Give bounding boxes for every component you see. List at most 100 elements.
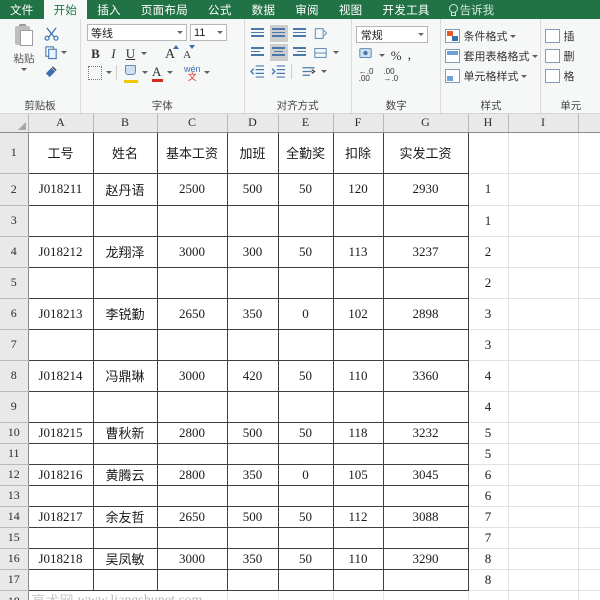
cell-H18[interactable] xyxy=(468,590,508,600)
cell-G13[interactable] xyxy=(383,485,468,506)
cell-B16[interactable]: 吴凤敏 xyxy=(93,548,157,569)
cell-A7[interactable] xyxy=(28,329,93,360)
tab-page-layout[interactable]: 页面布局 xyxy=(131,0,198,19)
tab-formulas[interactable]: 公式 xyxy=(198,0,242,19)
delete-cells-button[interactable]: 删 xyxy=(545,46,574,66)
cell-A15[interactable] xyxy=(28,527,93,548)
align-middle-button[interactable] xyxy=(270,25,288,42)
cell-F11[interactable] xyxy=(333,443,383,464)
cell-I3[interactable] xyxy=(508,205,578,236)
cell-J3[interactable] xyxy=(578,205,600,236)
cell-G5[interactable] xyxy=(383,267,468,298)
row-header-9[interactable]: 9 xyxy=(0,391,28,422)
cell-E1[interactable]: 全勤奖 xyxy=(278,132,333,173)
cell-F17[interactable] xyxy=(333,569,383,590)
wrap-text-button[interactable] xyxy=(300,63,318,80)
cell-J5[interactable] xyxy=(578,267,600,298)
conditional-formatting-button[interactable]: 条件格式 xyxy=(445,26,516,46)
cell-H2[interactable]: 1 xyxy=(468,173,508,205)
select-all-corner[interactable] xyxy=(0,114,28,132)
cell-I15[interactable] xyxy=(508,527,578,548)
cell-D17[interactable] xyxy=(227,569,278,590)
number-format-combo[interactable]: 常规 xyxy=(356,26,428,43)
cell-G11[interactable] xyxy=(383,443,468,464)
cell-I12[interactable] xyxy=(508,464,578,485)
cell-B12[interactable]: 黄腾云 xyxy=(93,464,157,485)
copy-chevron-down-icon[interactable] xyxy=(61,51,67,54)
cell-F1[interactable]: 扣除 xyxy=(333,132,383,173)
cell-D3[interactable] xyxy=(227,205,278,236)
tell-me-box[interactable]: 告诉我 xyxy=(440,0,499,19)
cell-B8[interactable]: 冯鼎琳 xyxy=(93,360,157,391)
cell-D8[interactable]: 420 xyxy=(227,360,278,391)
cell-D16[interactable]: 350 xyxy=(227,548,278,569)
cell-D15[interactable] xyxy=(227,527,278,548)
table-row[interactable]: 16J018218吴凤敏30003505011032908 xyxy=(0,548,600,569)
cell-E12[interactable]: 0 xyxy=(278,464,333,485)
number-format-chevron-down-icon[interactable] xyxy=(418,33,424,36)
cell-H12[interactable]: 6 xyxy=(468,464,508,485)
cell-B11[interactable] xyxy=(93,443,157,464)
cell-A2[interactable]: J018211 xyxy=(28,173,93,205)
cell-E15[interactable] xyxy=(278,527,333,548)
column-header-h[interactable]: H xyxy=(468,114,508,132)
cell-H17[interactable]: 8 xyxy=(468,569,508,590)
cell-A1[interactable]: 工号 xyxy=(28,132,93,173)
decrease-indent-button[interactable] xyxy=(249,63,267,80)
merge-chevron-down-icon[interactable] xyxy=(333,51,339,54)
cell-F2[interactable]: 120 xyxy=(333,173,383,205)
cell-A9[interactable] xyxy=(28,391,93,422)
spreadsheet-grid[interactable]: A B C D E F G H I 1工号姓名基本工资加班全勤奖扣除实发工资2J… xyxy=(0,114,600,600)
cell-G18[interactable] xyxy=(383,590,468,600)
italic-button[interactable]: I xyxy=(107,46,120,62)
cell-A11[interactable] xyxy=(28,443,93,464)
table-row[interactable]: 31 xyxy=(0,205,600,236)
cell-H1[interactable] xyxy=(468,132,508,173)
cell-F3[interactable] xyxy=(333,205,383,236)
shrink-font-button[interactable]: A xyxy=(183,45,195,63)
format-as-table-chevron-down-icon[interactable] xyxy=(532,55,538,58)
cell-styles-button[interactable]: 单元格样式 xyxy=(445,66,527,86)
conditional-formatting-chevron-down-icon[interactable] xyxy=(510,35,516,38)
cell-F13[interactable] xyxy=(333,485,383,506)
underline-chevron-down-icon[interactable] xyxy=(141,52,147,55)
cell-B9[interactable] xyxy=(93,391,157,422)
cell-A14[interactable]: J018217 xyxy=(28,506,93,527)
cell-D13[interactable] xyxy=(227,485,278,506)
table-row[interactable]: 14J018217余友哲26505005011230887 xyxy=(0,506,600,527)
table-row[interactable]: 1工号姓名基本工资加班全勤奖扣除实发工资 xyxy=(0,132,600,173)
cell-J14[interactable] xyxy=(578,506,600,527)
cell-styles-chevron-down-icon[interactable] xyxy=(521,75,527,78)
tab-home[interactable]: 开始 xyxy=(44,0,88,19)
column-header-a[interactable]: A xyxy=(28,114,93,132)
cell-C14[interactable]: 2650 xyxy=(157,506,227,527)
bold-button[interactable]: B xyxy=(88,46,103,62)
column-header-g[interactable]: G xyxy=(383,114,468,132)
decrease-decimal-button[interactable]: .00→.0 xyxy=(383,68,398,82)
cell-J4[interactable] xyxy=(578,236,600,267)
tab-file[interactable]: 文件 xyxy=(0,0,44,19)
align-left-button[interactable] xyxy=(249,44,267,61)
table-row[interactable]: 10J018215曹秋新28005005011832325 xyxy=(0,422,600,443)
cell-H4[interactable]: 2 xyxy=(468,236,508,267)
cell-E5[interactable] xyxy=(278,267,333,298)
row-header-6[interactable]: 6 xyxy=(0,298,28,329)
cell-C10[interactable]: 2800 xyxy=(157,422,227,443)
table-row[interactable]: 115 xyxy=(0,443,600,464)
cell-D10[interactable]: 500 xyxy=(227,422,278,443)
cell-H14[interactable]: 7 xyxy=(468,506,508,527)
cell-I6[interactable] xyxy=(508,298,578,329)
cell-E3[interactable] xyxy=(278,205,333,236)
column-header-j-partial[interactable] xyxy=(578,114,600,132)
cell-D2[interactable]: 500 xyxy=(227,173,278,205)
cell-B1[interactable]: 姓名 xyxy=(93,132,157,173)
cell-D6[interactable]: 350 xyxy=(227,298,278,329)
phonetic-chevron-down-icon[interactable] xyxy=(204,71,210,74)
column-header-b[interactable]: B xyxy=(93,114,157,132)
column-header-i[interactable]: I xyxy=(508,114,578,132)
cell-G8[interactable]: 3360 xyxy=(383,360,468,391)
cell-A5[interactable] xyxy=(28,267,93,298)
cell-D14[interactable]: 500 xyxy=(227,506,278,527)
cell-C6[interactable]: 2650 xyxy=(157,298,227,329)
copy-button[interactable] xyxy=(44,44,67,61)
